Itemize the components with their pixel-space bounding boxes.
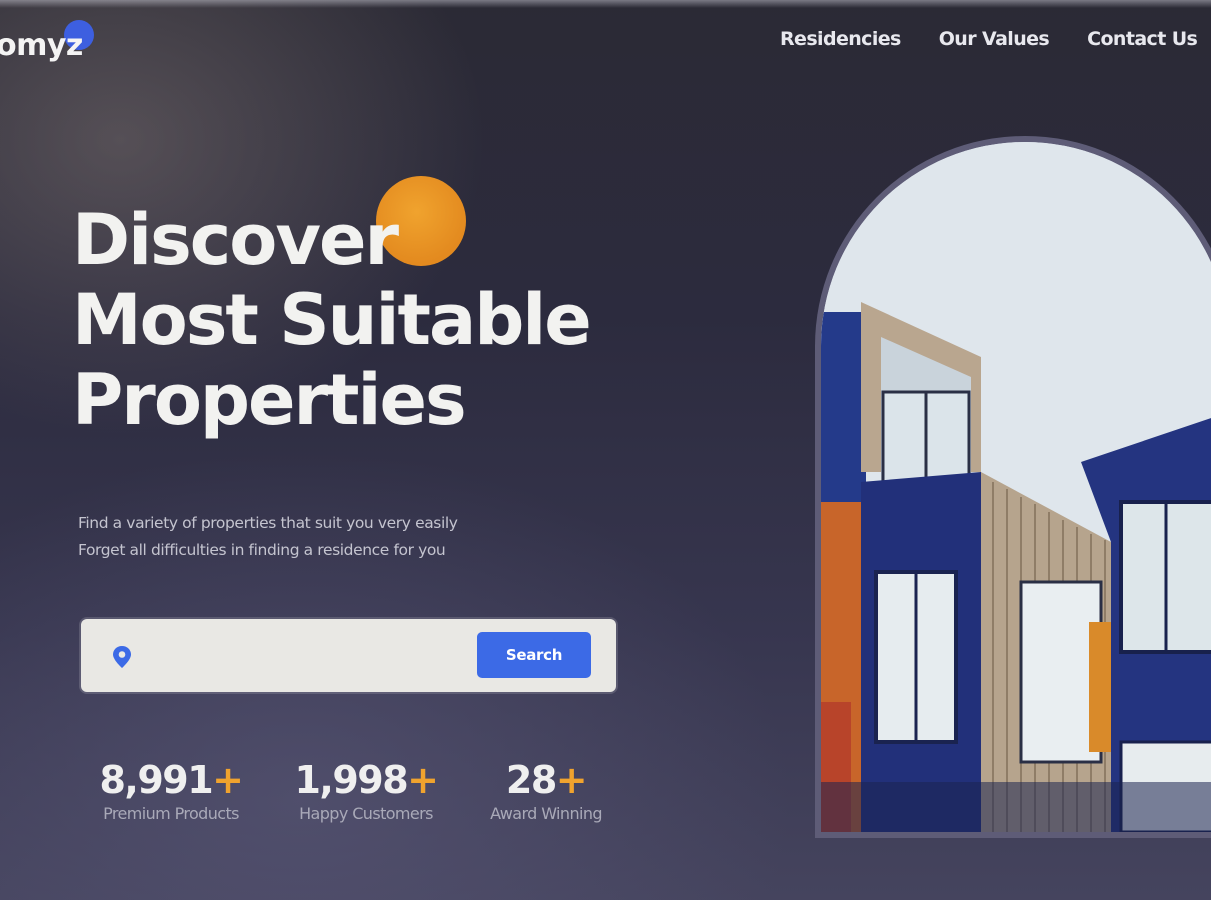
search-button[interactable]: Search xyxy=(477,632,591,678)
stat-value: 28+ xyxy=(505,758,588,802)
brand-logo[interactable]: omyz xyxy=(0,28,83,63)
hero-subtitle: Find a variety of properties that suit y… xyxy=(78,510,458,564)
stat-value: 8,991+ xyxy=(99,758,244,802)
hero-image-frame xyxy=(815,136,1211,838)
hero-subtitle-line-1: Find a variety of properties that suit y… xyxy=(78,514,458,532)
search-input[interactable] xyxy=(145,639,469,675)
building-photo xyxy=(821,142,1211,832)
main-nav: Residencies Our Values Contact Us xyxy=(780,28,1198,50)
stats-row: 8,991+ Premium Products 1,998+ Happy Cus… xyxy=(0,758,660,848)
hero-title-line-2: Most Suitable xyxy=(72,279,592,361)
stat-value: 1,998+ xyxy=(294,758,439,802)
stat-award-winning: 28+ Award Winning xyxy=(490,758,602,823)
hero-title: Discover Most Suitable Properties xyxy=(72,199,592,441)
stat-premium-products: 8,991+ Premium Products xyxy=(99,758,244,823)
hero-title-line-3: Properties xyxy=(72,359,467,441)
nav-item-residencies[interactable]: Residencies xyxy=(780,28,901,50)
hero-subtitle-line-2: Forget all difficulties in finding a res… xyxy=(78,541,446,559)
nav-item-our-values[interactable]: Our Values xyxy=(939,28,1050,50)
nav-item-contact-us[interactable]: Contact Us xyxy=(1087,28,1198,50)
stat-label: Award Winning xyxy=(490,804,602,823)
screen-edge xyxy=(0,0,1211,8)
map-pin-icon xyxy=(111,645,133,669)
search-bar: Search xyxy=(81,619,616,692)
stat-label: Happy Customers xyxy=(299,804,433,823)
stat-label: Premium Products xyxy=(103,804,239,823)
stat-happy-customers: 1,998+ Happy Customers xyxy=(294,758,439,823)
hero-title-line-1: Discover xyxy=(72,199,399,281)
